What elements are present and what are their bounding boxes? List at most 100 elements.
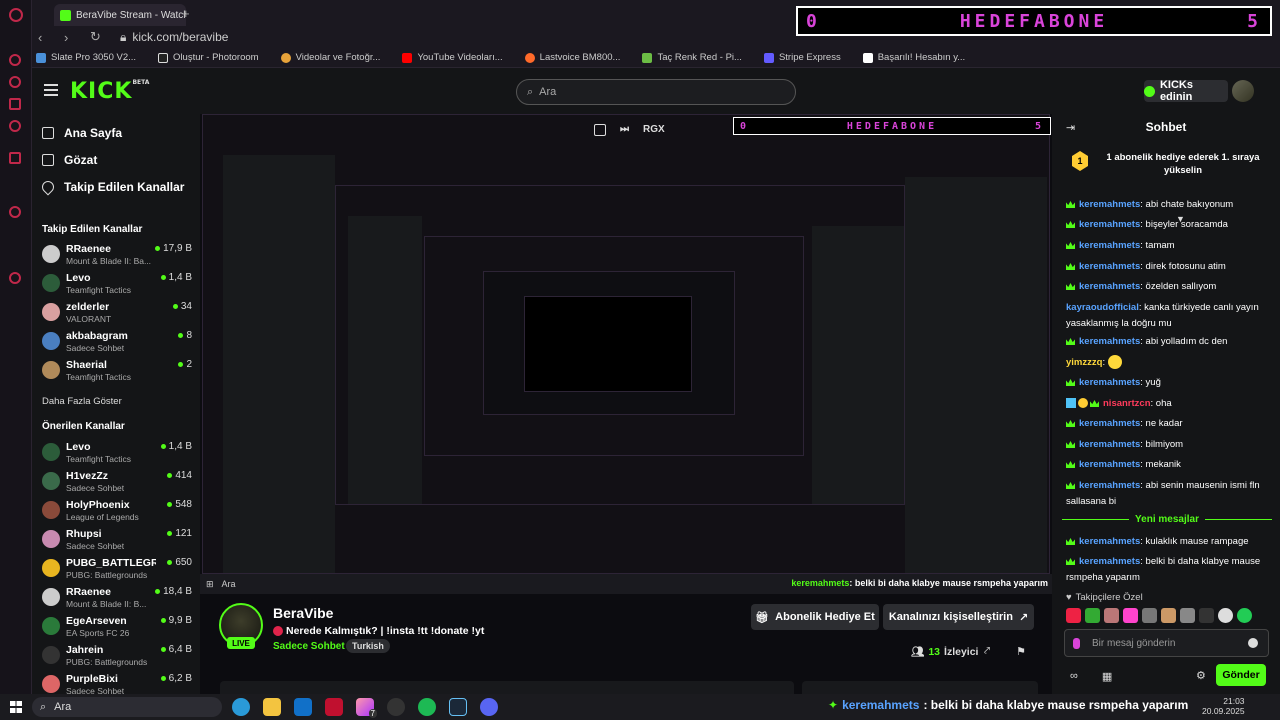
skip-icon[interactable]: ⏭ [620, 124, 629, 136]
recommended-channel[interactable]: Jahrein PUBG: Battlegrounds 6,4 B [42, 643, 192, 669]
user-avatar[interactable] [1232, 80, 1254, 102]
kicks-icon [1144, 85, 1155, 97]
bookmark-icon [158, 52, 169, 63]
opera-icon[interactable] [9, 8, 23, 22]
followed-channel[interactable]: Levo Teamfight Tactics 1,4 B [42, 271, 192, 297]
bookmark-item[interactable]: Slate Pro 3050 V2... [36, 52, 136, 63]
recommended-channel[interactable]: H1vezZz Sadece Sohbet 414 [42, 469, 192, 495]
live-dot-icon [167, 473, 173, 478]
url-field[interactable]: 🔒︎ kick.com/beravibe [120, 30, 228, 45]
kicks-tip-icon[interactable]: ∞ [1070, 670, 1078, 683]
bookmark-item[interactable]: YouTube Videoları... [402, 52, 503, 63]
nav-home[interactable]: Ana Sayfa [42, 126, 122, 140]
followed-channel[interactable]: RRaenee Mount & Blade II: Ba... 17,9 B [42, 242, 192, 268]
reload-icon[interactable]: ↻ [90, 29, 102, 45]
bookmark-icon [862, 52, 873, 63]
forward-icon[interactable]: › [64, 30, 76, 45]
emote-icon[interactable] [1142, 608, 1157, 623]
heart-icon [39, 178, 57, 196]
taskbar-search-input[interactable]: ⌕ Ara [32, 697, 222, 717]
channel-avatar [42, 675, 60, 693]
music-icon[interactable] [9, 120, 21, 132]
bookmark-item[interactable]: Lastvoice BM800... [524, 52, 620, 63]
pip-icon[interactable] [594, 124, 606, 136]
send-message-button[interactable]: Gönder [1216, 664, 1266, 686]
chat-message-input[interactable]: Bir mesaj gönderin [1064, 629, 1269, 657]
recommended-channel[interactable]: PUBG_BATTLEGR...PUBG: Battlegrounds650 [42, 556, 192, 582]
emote-icon[interactable] [1085, 608, 1100, 623]
viewer-count: 6,2 B [160, 673, 192, 684]
emote-icon[interactable] [1066, 608, 1081, 623]
streamer-name[interactable]: BeraVibe [273, 605, 333, 621]
tab-beravibe[interactable]: BeraVibe Stream - Watch × [54, 4, 186, 26]
recommended-channel[interactable]: RRaenee Mount & Blade II: B... 18,4 B [42, 585, 192, 611]
crown-icon [1066, 481, 1075, 489]
recommended-channel[interactable]: EgeArseven EA Sports FC 26 9,9 B [42, 614, 192, 640]
file-explorer-icon[interactable] [263, 698, 281, 716]
kick-logo[interactable]: KICKBETA [70, 79, 149, 104]
plus-icon[interactable]: + [182, 6, 190, 21]
github-icon[interactable] [387, 698, 405, 716]
messenger-icon[interactable] [9, 54, 21, 66]
history-icon[interactable] [9, 206, 21, 218]
video-player[interactable]: 0 HEDEFABONE 5 ⏭ RGX ⊞ Ara keremahmets: … [200, 114, 1052, 594]
instagram-icon[interactable]: 7 [356, 698, 377, 718]
steam-icon[interactable] [449, 698, 467, 716]
twitch-icon[interactable] [9, 152, 21, 164]
recommended-channel[interactable]: Levo Teamfight Tactics 1,4 B [42, 440, 192, 466]
new-messages-divider[interactable]: Yeni mesajlar [1062, 514, 1272, 525]
back-icon[interactable]: ‹ [38, 30, 50, 45]
crown-icon [1066, 262, 1075, 270]
stream-category[interactable]: Sadece Sohbet [273, 641, 345, 652]
chat-settings-icon[interactable]: ⚙ [1196, 669, 1206, 682]
bookmark-item[interactable]: Başarılı! Hesabın y... [862, 52, 965, 63]
bookmark-item[interactable]: Taç Renk Red - Pi... [642, 52, 742, 63]
edge-icon[interactable] [232, 698, 250, 716]
nav-browse[interactable]: Gözat [42, 153, 97, 167]
emote-icon[interactable] [1123, 608, 1138, 623]
show-more-link[interactable]: Daha Fazla Göster [42, 396, 122, 407]
followed-channel[interactable]: Shaerial Teamfight Tactics 2 [42, 358, 192, 384]
followed-channel[interactable]: zelderler VALORANT 34 [42, 300, 192, 326]
outlook-icon[interactable] [294, 698, 312, 716]
share-icon[interactable]: ⤤ [984, 645, 990, 658]
bookmark-item[interactable]: Stripe Express [763, 52, 841, 63]
opera-app-icon[interactable] [325, 698, 343, 716]
whatsapp-icon[interactable] [9, 76, 21, 88]
menu-icon[interactable] [44, 84, 58, 96]
discord-icon[interactable] [9, 98, 21, 110]
search-input[interactable]: ⌕ Ara [516, 79, 796, 105]
recommended-channel[interactable]: Rhupsi Sadece Sohbet 121 [42, 527, 192, 553]
discord-app-icon[interactable] [480, 698, 498, 716]
emote-icon[interactable] [1180, 608, 1195, 623]
stream-tag[interactable]: Turkish [346, 639, 390, 653]
emote-icon[interactable] [1237, 608, 1252, 623]
kick-favicon-icon [60, 9, 71, 21]
get-kicks-button[interactable]: KICKs edinin [1144, 79, 1228, 103]
goal-title: HEDEFABONE [959, 10, 1109, 32]
store-icon[interactable]: ▦ [1102, 670, 1112, 683]
followed-channel[interactable]: akbabagram Sadece Sohbet 8 [42, 329, 192, 355]
bookmark-item[interactable]: Videolar ve Fotoğr... [280, 52, 380, 63]
beta-badge: BETA [132, 79, 150, 86]
emote-icon[interactable] [1161, 608, 1176, 623]
customize-channel-button[interactable]: Kanalınızı kişiselleştirin ↗ [883, 604, 1034, 630]
spotify-icon[interactable] [418, 698, 436, 716]
emote-icon[interactable] [1104, 608, 1119, 623]
bookmark-icon [642, 52, 653, 63]
mic-icon[interactable] [1073, 637, 1080, 649]
bookmark-item[interactable]: Oluştur - Photoroom [158, 52, 259, 63]
emote-icon[interactable] [1218, 608, 1233, 623]
emoji-picker-icon[interactable] [1248, 638, 1258, 648]
recommended-channel[interactable]: HolyPhoenix League of Legends 548 [42, 498, 192, 524]
windows-start-icon[interactable] [10, 701, 22, 713]
taskbar-clock[interactable]: 21:03 20.09.2025 [1202, 696, 1245, 716]
nav-following[interactable]: Takip Edilen Kanallar [39, 178, 184, 196]
gift-subscription-button[interactable]: 🎁︎ Abonelik Hediye Et [751, 604, 879, 630]
live-dot-icon [167, 531, 173, 536]
report-icon[interactable]: ⚑ [1016, 645, 1026, 658]
settings-icon[interactable] [9, 272, 21, 284]
emote-icon[interactable] [1199, 608, 1214, 623]
recommended-channel[interactable]: PurpleBixi Sadece Sohbet 6,2 B [42, 672, 192, 694]
rgx-label[interactable]: RGX [643, 124, 665, 136]
